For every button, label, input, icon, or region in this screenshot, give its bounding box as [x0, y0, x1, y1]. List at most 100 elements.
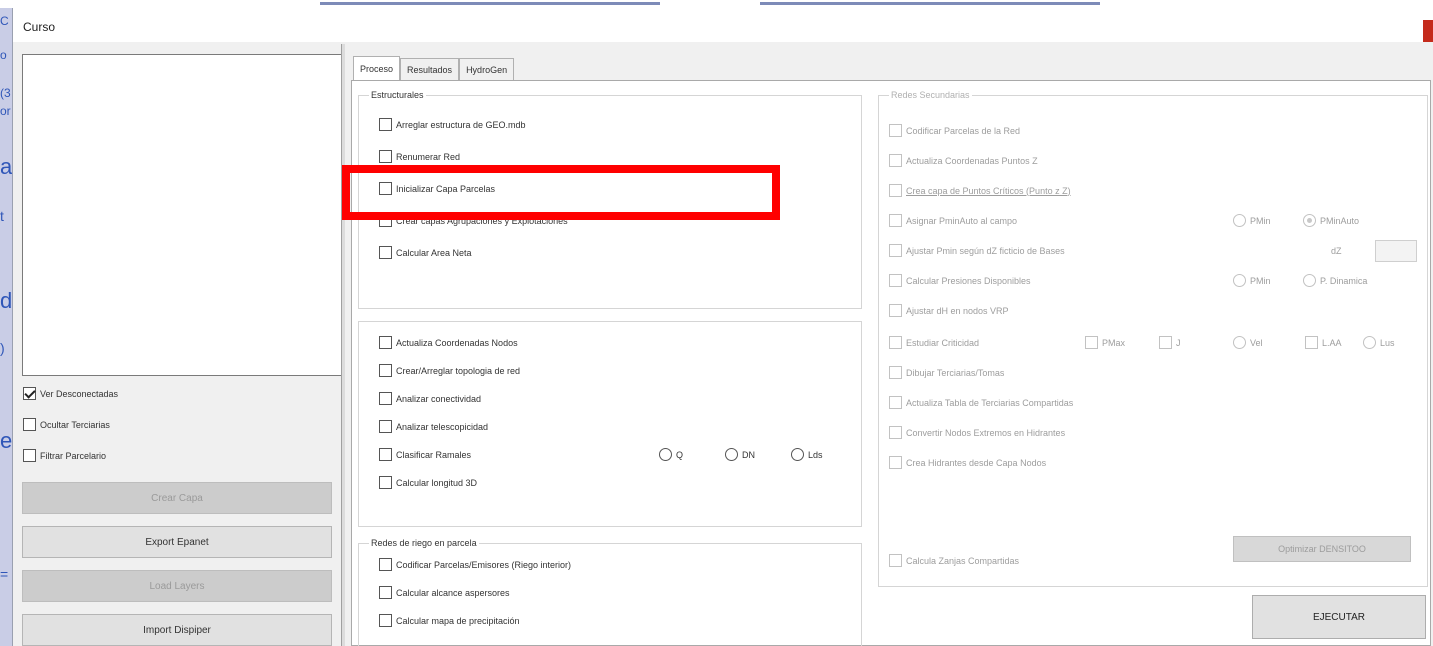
checkbox-box[interactable] [379, 448, 392, 461]
checkbox-box[interactable] [889, 184, 902, 197]
tab-proceso[interactable]: Proceso [353, 56, 401, 80]
checkbox-box[interactable] [889, 214, 902, 227]
tab-resultados[interactable]: Resultados [400, 58, 460, 80]
checkbox-box[interactable] [889, 304, 902, 317]
radio-circle[interactable] [725, 448, 738, 461]
checkbox-box[interactable] [379, 614, 392, 627]
checkbox-box[interactable] [889, 274, 902, 287]
arreglar-estructura-checkbox[interactable]: Arreglar estructura de GEO.mdb [379, 118, 526, 131]
checkbox-box[interactable] [1085, 336, 1098, 349]
checkbox-box[interactable] [889, 396, 902, 409]
checkbox-box[interactable] [379, 246, 392, 259]
layer-list[interactable] [22, 54, 342, 376]
renumerar-red-checkbox[interactable]: Renumerar Red [379, 150, 460, 163]
asignar-pminauto-checkbox[interactable]: Asignar PminAuto al campo [889, 214, 1017, 227]
crit-lus-radio[interactable]: Lus [1363, 336, 1395, 349]
radio-circle[interactable] [1233, 274, 1246, 287]
radio-label: Lds [808, 449, 823, 460]
checkbox-box[interactable] [889, 154, 902, 167]
radio-circle[interactable] [1233, 214, 1246, 227]
ver-desconectadas-checkbox[interactable]: Ver Desconectadas [23, 387, 118, 400]
checkbox-label: Renumerar Red [396, 151, 461, 162]
radio-circle[interactable] [1233, 336, 1246, 349]
radio-circle[interactable] [1303, 274, 1316, 287]
radio-lds[interactable]: Lds [791, 448, 823, 461]
calcular-alcance-aspersores-checkbox[interactable]: Calcular alcance aspersores [379, 586, 510, 599]
convertir-nodos-hidrantes-checkbox[interactable]: Convertir Nodos Extremos en Hidrantes [889, 426, 1065, 439]
crit-j-checkbox[interactable]: J [1159, 336, 1181, 349]
checkbox-box[interactable] [889, 124, 902, 137]
ajustar-dh-vrp-checkbox[interactable]: Ajustar dH en nodos VRP [889, 304, 1009, 317]
crear-capa-button[interactable]: Crear Capa [22, 482, 332, 514]
checkbox-box[interactable] [889, 554, 902, 567]
actualiza-coordenadas-nodos-checkbox[interactable]: Actualiza Coordenadas Nodos [379, 336, 518, 349]
import-dispiper-button[interactable]: Import Dispiper [22, 614, 332, 646]
checkbox-box[interactable] [379, 420, 392, 433]
checkbox-box[interactable] [1305, 336, 1318, 349]
calcular-mapa-precipitacion-checkbox[interactable]: Calcular mapa de precipitación [379, 614, 520, 627]
checkbox-box[interactable] [1159, 336, 1172, 349]
dibujar-terciarias-checkbox[interactable]: Dibujar Terciarias/Tomas [889, 366, 1004, 379]
calcular-longitud-3d-checkbox[interactable]: Calcular longitud 3D [379, 476, 477, 489]
actualiza-coordenadas-puntos-z-checkbox[interactable]: Actualiza Coordenadas Puntos Z [889, 154, 1038, 167]
checkbox-label: Calcula Zanjas Compartidas [906, 555, 1020, 566]
checkbox-box[interactable] [379, 150, 392, 163]
checkbox-box[interactable] [889, 366, 902, 379]
checkbox-label: J [1176, 337, 1181, 348]
ajustar-pmin-checkbox[interactable]: Ajustar Pmin según dZ ficticio de Bases [889, 244, 1065, 257]
background-fragment: C [0, 14, 9, 28]
crit-vel-radio[interactable]: Vel [1233, 336, 1263, 349]
optimizar-button[interactable]: Optimizar DENSITOO [1233, 536, 1411, 562]
radio-pminauto[interactable]: PMinAuto [1303, 214, 1359, 227]
radio-circle[interactable] [1363, 336, 1376, 349]
ejecutar-button[interactable]: EJECUTAR [1252, 595, 1426, 639]
checkbox-box[interactable] [889, 244, 902, 257]
export-epanet-button[interactable]: Export Epanet [22, 526, 332, 558]
radio-p-dinamica[interactable]: P. Dinamica [1303, 274, 1367, 287]
checkbox-box[interactable] [23, 449, 36, 462]
checkbox-box[interactable] [379, 586, 392, 599]
tab-hydrogen[interactable]: HydroGen [459, 58, 515, 80]
checkbox-box[interactable] [889, 336, 902, 349]
checkbox-box[interactable] [379, 476, 392, 489]
analizar-conectividad-checkbox[interactable]: Analizar conectividad [379, 392, 481, 405]
crit-pmax-checkbox[interactable]: PMax [1085, 336, 1125, 349]
dz-input[interactable] [1375, 240, 1417, 262]
crea-hidrantes-checkbox[interactable]: Crea Hidrantes desde Capa Nodos [889, 456, 1046, 469]
codificar-parcelas-emisores-checkbox[interactable]: Codificar Parcelas/Emisores (Riego inter… [379, 558, 571, 571]
radio-dn[interactable]: DN [725, 448, 755, 461]
splitter[interactable] [341, 44, 345, 646]
checkbox-label: Ajustar dH en nodos VRP [906, 305, 1009, 316]
checkbox-box[interactable] [379, 558, 392, 571]
radio-pres-pmin[interactable]: PMin [1233, 274, 1271, 287]
estudiar-criticidad-checkbox[interactable]: Estudiar Criticidad [889, 336, 979, 349]
checkbox-box[interactable] [23, 387, 36, 400]
close-button[interactable] [1423, 20, 1433, 42]
load-layers-button[interactable]: Load Layers [22, 570, 332, 602]
codificar-parcelas-red-checkbox[interactable]: Codificar Parcelas de la Red [889, 124, 1020, 137]
radio-circle[interactable] [1303, 214, 1316, 227]
radio-pmin[interactable]: PMin [1233, 214, 1271, 227]
checkbox-box[interactable] [379, 392, 392, 405]
checkbox-box[interactable] [23, 418, 36, 431]
crea-capa-puntos-criticos-checkbox[interactable]: Crea capa de Puntos Críticos (Punto z Z) [889, 184, 1071, 197]
calcular-presiones-checkbox[interactable]: Calcular Presiones Disponibles [889, 274, 1031, 287]
checkbox-label: Dibujar Terciarias/Tomas [906, 367, 1005, 378]
checkbox-box[interactable] [379, 336, 392, 349]
actualiza-tabla-terciarias-checkbox[interactable]: Actualiza Tabla de Terciarias Compartida… [889, 396, 1073, 409]
radio-circle[interactable] [791, 448, 804, 461]
crear-topologia-checkbox[interactable]: Crear/Arreglar topologia de red [379, 364, 520, 377]
checkbox-box[interactable] [379, 364, 392, 377]
checkbox-box[interactable] [889, 426, 902, 439]
ocultar-terciarias-checkbox[interactable]: Ocultar Terciarias [23, 418, 110, 431]
analizar-telescopicidad-checkbox[interactable]: Analizar telescopicidad [379, 420, 488, 433]
clasificar-ramales-checkbox[interactable]: Clasificar Ramales [379, 448, 471, 461]
checkbox-box[interactable] [889, 456, 902, 469]
calcular-area-neta-checkbox[interactable]: Calcular Area Neta [379, 246, 472, 259]
filtrar-parcelario-checkbox[interactable]: Filtrar Parcelario [23, 449, 106, 462]
calcula-zanjas-checkbox[interactable]: Calcula Zanjas Compartidas [889, 554, 1019, 567]
radio-circle[interactable] [659, 448, 672, 461]
radio-q[interactable]: Q [659, 448, 683, 461]
crit-laa-checkbox[interactable]: L.AA [1305, 336, 1342, 349]
checkbox-box[interactable] [379, 118, 392, 131]
